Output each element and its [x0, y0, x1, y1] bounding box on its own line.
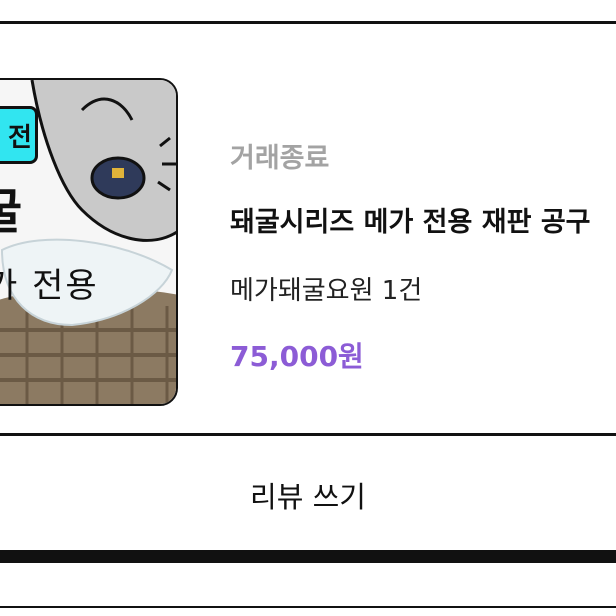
- product-thumbnail[interactable]: 전 굴 가 전용: [0, 78, 178, 406]
- thumbnail-subtitle-text: 가 전용: [0, 266, 99, 306]
- bottom-divider: [0, 606, 616, 608]
- thumbnail-badge: 전: [0, 106, 38, 164]
- section-divider: [0, 550, 616, 563]
- product-title[interactable]: 돼굴시리즈 메가 전용 재판 공구: [230, 200, 616, 239]
- order-card[interactable]: 전 굴 가 전용 거래종료 돼굴시리즈 메가 전용 재판 공구 메가돼굴요원 1…: [0, 24, 616, 433]
- write-review-label: 리뷰 쓰기: [250, 480, 366, 514]
- product-option: 메가돼굴요원 1건: [230, 276, 423, 306]
- product-price: 75,000원: [230, 340, 364, 373]
- trade-status: 거래종료: [230, 143, 330, 174]
- write-review-button[interactable]: 리뷰 쓰기: [0, 436, 616, 550]
- thumbnail-title-text: 굴: [0, 172, 22, 242]
